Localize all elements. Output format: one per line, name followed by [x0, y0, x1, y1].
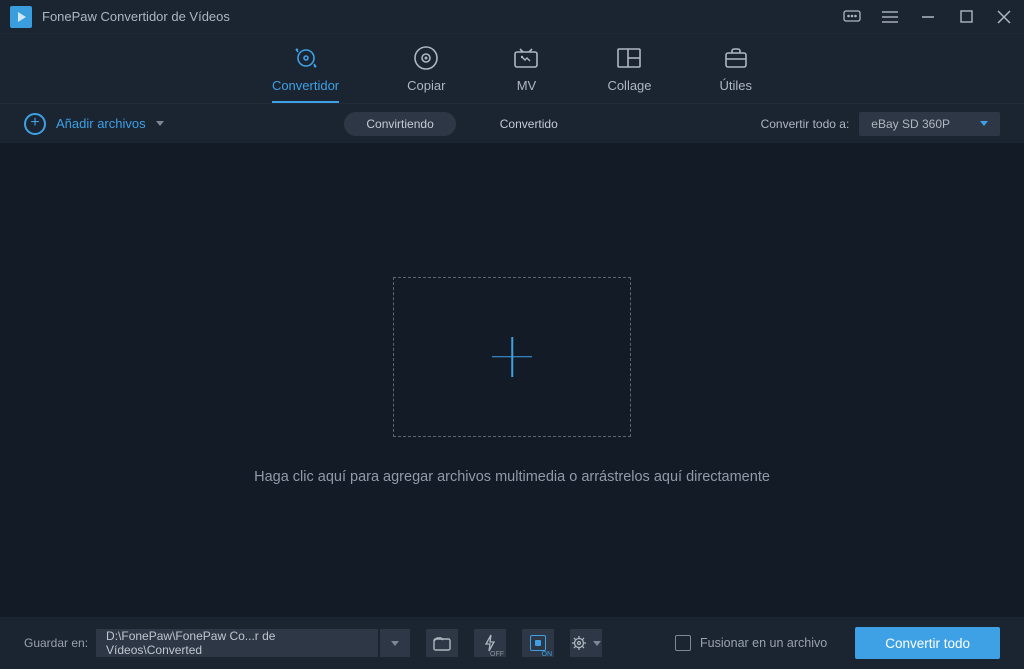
add-files-label: Añadir archivos	[56, 116, 146, 131]
nav-label: MV	[517, 78, 537, 93]
format-select[interactable]: eBay SD 360P	[859, 112, 1000, 136]
nav-copiar[interactable]: Copiar	[407, 44, 445, 103]
chevron-down-icon	[156, 121, 164, 126]
nav-mv[interactable]: MV	[513, 44, 539, 103]
mv-icon	[513, 44, 539, 72]
options-bar: Añadir archivos Convirtiendo Convertido …	[0, 104, 1024, 144]
gpu-icon	[530, 635, 546, 651]
add-files-button[interactable]: Añadir archivos	[24, 113, 164, 135]
off-badge: OFF	[490, 651, 504, 658]
plus-icon	[492, 337, 532, 377]
save-in-label: Guardar en:	[24, 636, 88, 650]
chevron-down-icon	[980, 121, 988, 126]
chevron-down-icon	[593, 641, 601, 646]
maximize-button[interactable]	[956, 7, 976, 27]
save-path-dropdown[interactable]	[380, 629, 410, 657]
on-badge: ON	[542, 651, 553, 658]
converter-icon	[292, 44, 320, 72]
app-logo-icon	[10, 6, 32, 28]
convert-all-to-label: Convertir todo a:	[761, 117, 850, 131]
speed-toggle-button[interactable]: OFF	[474, 629, 506, 657]
nav-collage[interactable]: Collage	[607, 44, 651, 103]
nav-label: Convertidor	[272, 78, 339, 93]
bottom-bar: Guardar en: D:\FonePaw\FonePaw Co...r de…	[0, 617, 1024, 669]
nav-convertidor[interactable]: Convertidor	[272, 44, 339, 103]
window-title: FonePaw Convertidor de Vídeos	[42, 9, 842, 24]
menu-icon[interactable]	[880, 7, 900, 27]
save-path-group: D:\FonePaw\FonePaw Co...r de Vídeos\Conv…	[96, 629, 410, 657]
nav-label: Collage	[607, 78, 651, 93]
status-converted-tab[interactable]: Convertido	[478, 112, 580, 136]
convert-all-button[interactable]: Convertir todo	[855, 627, 1000, 659]
status-converting-tab[interactable]: Convirtiendo	[344, 112, 455, 136]
settings-button[interactable]	[570, 629, 602, 657]
toolbox-icon	[723, 44, 749, 72]
checkbox-icon	[675, 635, 691, 651]
plus-circle-icon	[24, 113, 46, 135]
drop-hint: Haga clic aquí para agregar archivos mul…	[254, 469, 770, 485]
format-value: eBay SD 360P	[871, 117, 950, 131]
nav-label: Copiar	[407, 78, 445, 93]
nav-label: Útiles	[720, 78, 753, 93]
gpu-toggle-button[interactable]: ON	[522, 629, 554, 657]
primary-nav: Convertidor Copiar MV Collage Útiles	[0, 34, 1024, 104]
open-folder-button[interactable]	[426, 629, 458, 657]
merge-checkbox[interactable]: Fusionar en un archivo	[675, 635, 827, 651]
drop-zone[interactable]	[393, 277, 631, 437]
collage-icon	[616, 44, 642, 72]
titlebar: FonePaw Convertidor de Vídeos	[0, 0, 1024, 34]
feedback-icon[interactable]	[842, 7, 862, 27]
merge-label: Fusionar en un archivo	[700, 636, 827, 650]
save-path-input[interactable]: D:\FonePaw\FonePaw Co...r de Vídeos\Conv…	[96, 629, 378, 657]
close-button[interactable]	[994, 7, 1014, 27]
nav-utiles[interactable]: Útiles	[720, 44, 753, 103]
chevron-down-icon	[391, 641, 399, 646]
disc-icon	[413, 44, 439, 72]
minimize-button[interactable]	[918, 7, 938, 27]
main-area: Haga clic aquí para agregar archivos mul…	[0, 144, 1024, 617]
